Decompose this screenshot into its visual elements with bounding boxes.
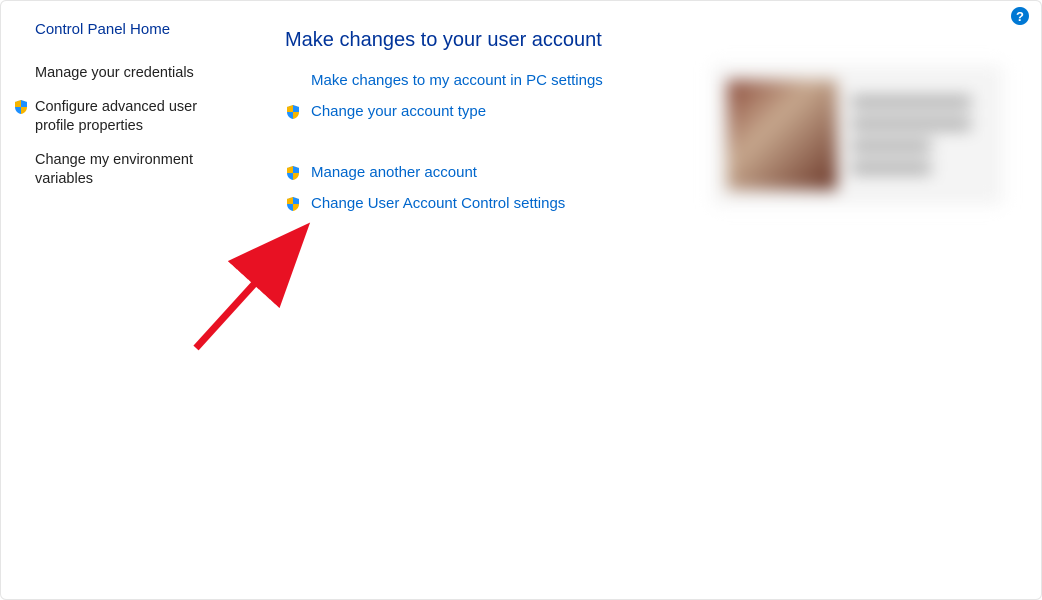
link-label: Change User Account Control settings [311, 195, 565, 212]
account-info [851, 96, 971, 174]
sidebar-link-label: Configure advanced user profile properti… [35, 98, 235, 137]
shield-icon [285, 165, 301, 181]
sidebar: Control Panel Home Manage your credentia… [1, 1, 261, 599]
shield-icon [285, 104, 301, 120]
account-line [851, 118, 971, 130]
account-line [851, 96, 971, 108]
shield-icon [285, 196, 301, 212]
sidebar-link-label: Manage your credentials [35, 64, 194, 84]
sidebar-link-environment-variables[interactable]: Change my environment variables [35, 151, 241, 190]
link-label: Change your account type [311, 103, 486, 120]
main-content: Make changes to your user account Make c… [261, 1, 1041, 599]
sidebar-link-configure-profile[interactable]: Configure advanced user profile properti… [35, 98, 241, 137]
avatar [727, 80, 837, 190]
account-preview-card [713, 65, 1003, 205]
shield-icon [13, 99, 29, 115]
control-panel-home-link[interactable]: Control Panel Home [35, 21, 241, 38]
sidebar-link-manage-credentials[interactable]: Manage your credentials [35, 64, 241, 84]
link-label: Make changes to my account in PC setting… [311, 72, 603, 89]
sidebar-link-label: Change my environment variables [35, 151, 235, 190]
account-line [851, 140, 931, 152]
account-line [851, 162, 931, 174]
content-container: Control Panel Home Manage your credentia… [1, 1, 1041, 599]
sidebar-title-text: Control Panel Home [35, 21, 170, 38]
link-label: Manage another account [311, 164, 477, 181]
page-title: Make changes to your user account [285, 29, 1021, 52]
